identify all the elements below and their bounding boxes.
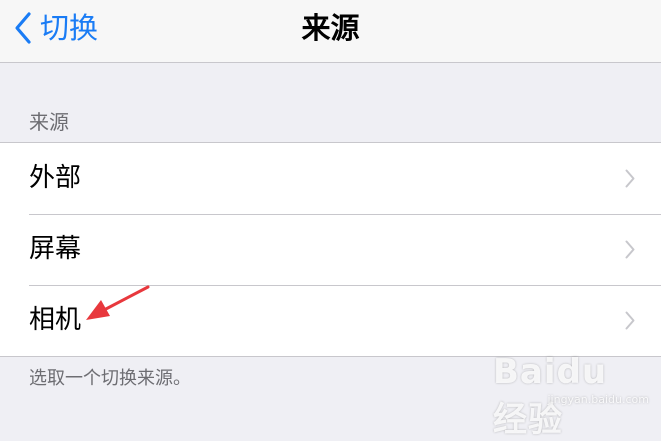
watermark-subtext: jingyan.baidu.com [547, 393, 649, 406]
section-footer: 选取一个切换来源。 [29, 368, 191, 389]
list-item-external[interactable]: 外部 [0, 143, 661, 214]
navigation-bar: 切换 来源 [0, 0, 661, 63]
section-header: 来源 [29, 110, 69, 134]
page-title: 来源 [301, 11, 360, 45]
list-item-screen[interactable]: 屏幕 [0, 214, 661, 285]
list-item-camera[interactable]: 相机 [0, 285, 661, 356]
source-list: 外部 屏幕 相机 [0, 142, 661, 357]
chevron-right-icon [625, 240, 635, 259]
list-item-label: 外部 [29, 163, 82, 193]
chevron-right-icon [625, 311, 635, 330]
chevron-right-icon [625, 169, 635, 188]
baidu-watermark: Baidu 经验 jingyan.baidu.com [493, 350, 653, 440]
list-item-label: 屏幕 [29, 234, 82, 264]
list-item-label: 相机 [29, 305, 82, 335]
